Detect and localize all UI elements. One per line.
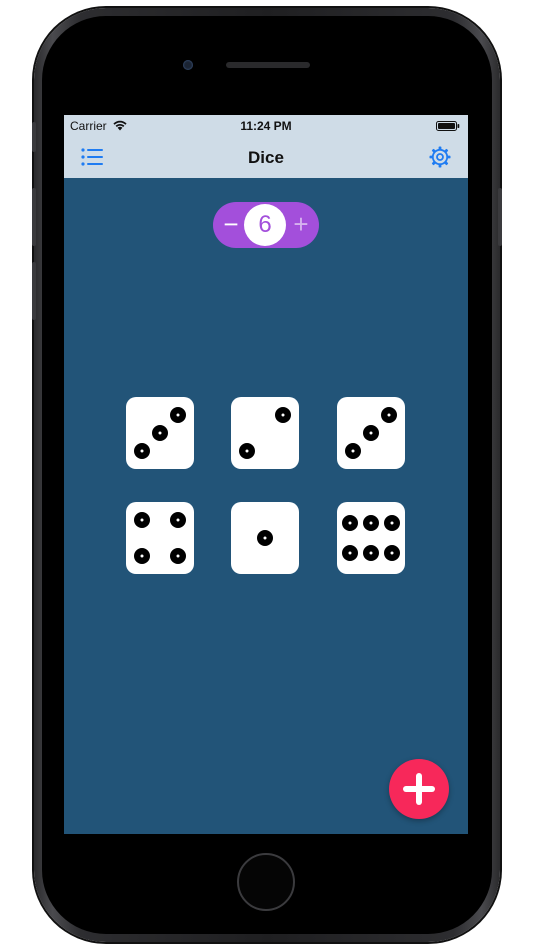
die-pip — [384, 515, 400, 531]
home-button[interactable] — [237, 853, 295, 911]
die-face-1 — [257, 530, 273, 546]
gear-icon[interactable] — [428, 145, 452, 169]
page-title: Dice — [248, 148, 284, 167]
die-pip — [342, 545, 358, 561]
battery-icon — [436, 121, 460, 131]
die-pip — [363, 545, 379, 561]
die-6[interactable] — [337, 502, 405, 574]
dice-count-stepper: − 6 + — [213, 202, 319, 248]
die-face-3 — [134, 407, 186, 459]
volume-up-button — [32, 188, 36, 246]
decrement-button[interactable]: − — [217, 202, 245, 248]
die-pip — [170, 407, 186, 423]
earpiece-speaker — [226, 62, 310, 68]
die-face-4 — [134, 512, 186, 564]
die-pip — [275, 407, 291, 423]
increment-button[interactable]: + — [287, 202, 315, 248]
front-camera — [183, 60, 193, 70]
die-pip — [170, 512, 186, 528]
die-pip — [342, 515, 358, 531]
power-button — [498, 188, 502, 246]
mute-switch — [32, 122, 36, 152]
status-bar: Carrier 11:24 PM — [64, 115, 468, 137]
die-pip — [381, 407, 397, 423]
die-pip — [363, 515, 379, 531]
die-face-6 — [342, 515, 400, 561]
app-screen: Carrier 11:24 PM Dice − 6 + — [64, 115, 468, 834]
die-4[interactable] — [126, 502, 194, 574]
die-2[interactable] — [231, 397, 299, 469]
navigation-bar: Dice — [64, 137, 468, 178]
add-dice-button[interactable] — [389, 759, 449, 819]
die-pip — [134, 512, 150, 528]
die-pip — [257, 530, 273, 546]
die-3[interactable] — [337, 397, 405, 469]
die-pip — [152, 425, 168, 441]
volume-down-button — [32, 262, 36, 320]
die-face-3 — [345, 407, 397, 459]
die-1[interactable] — [126, 397, 194, 469]
dice-count-value: 6 — [244, 204, 286, 246]
die-pip — [345, 443, 361, 459]
die-pip — [363, 425, 379, 441]
die-pip — [134, 443, 150, 459]
status-time: 11:24 PM — [240, 119, 292, 133]
die-pip — [134, 548, 150, 564]
die-pip — [239, 443, 255, 459]
die-pip — [384, 545, 400, 561]
die-face-2 — [239, 407, 291, 459]
die-pip — [170, 548, 186, 564]
plus-icon — [403, 773, 435, 805]
die-5[interactable] — [231, 502, 299, 574]
